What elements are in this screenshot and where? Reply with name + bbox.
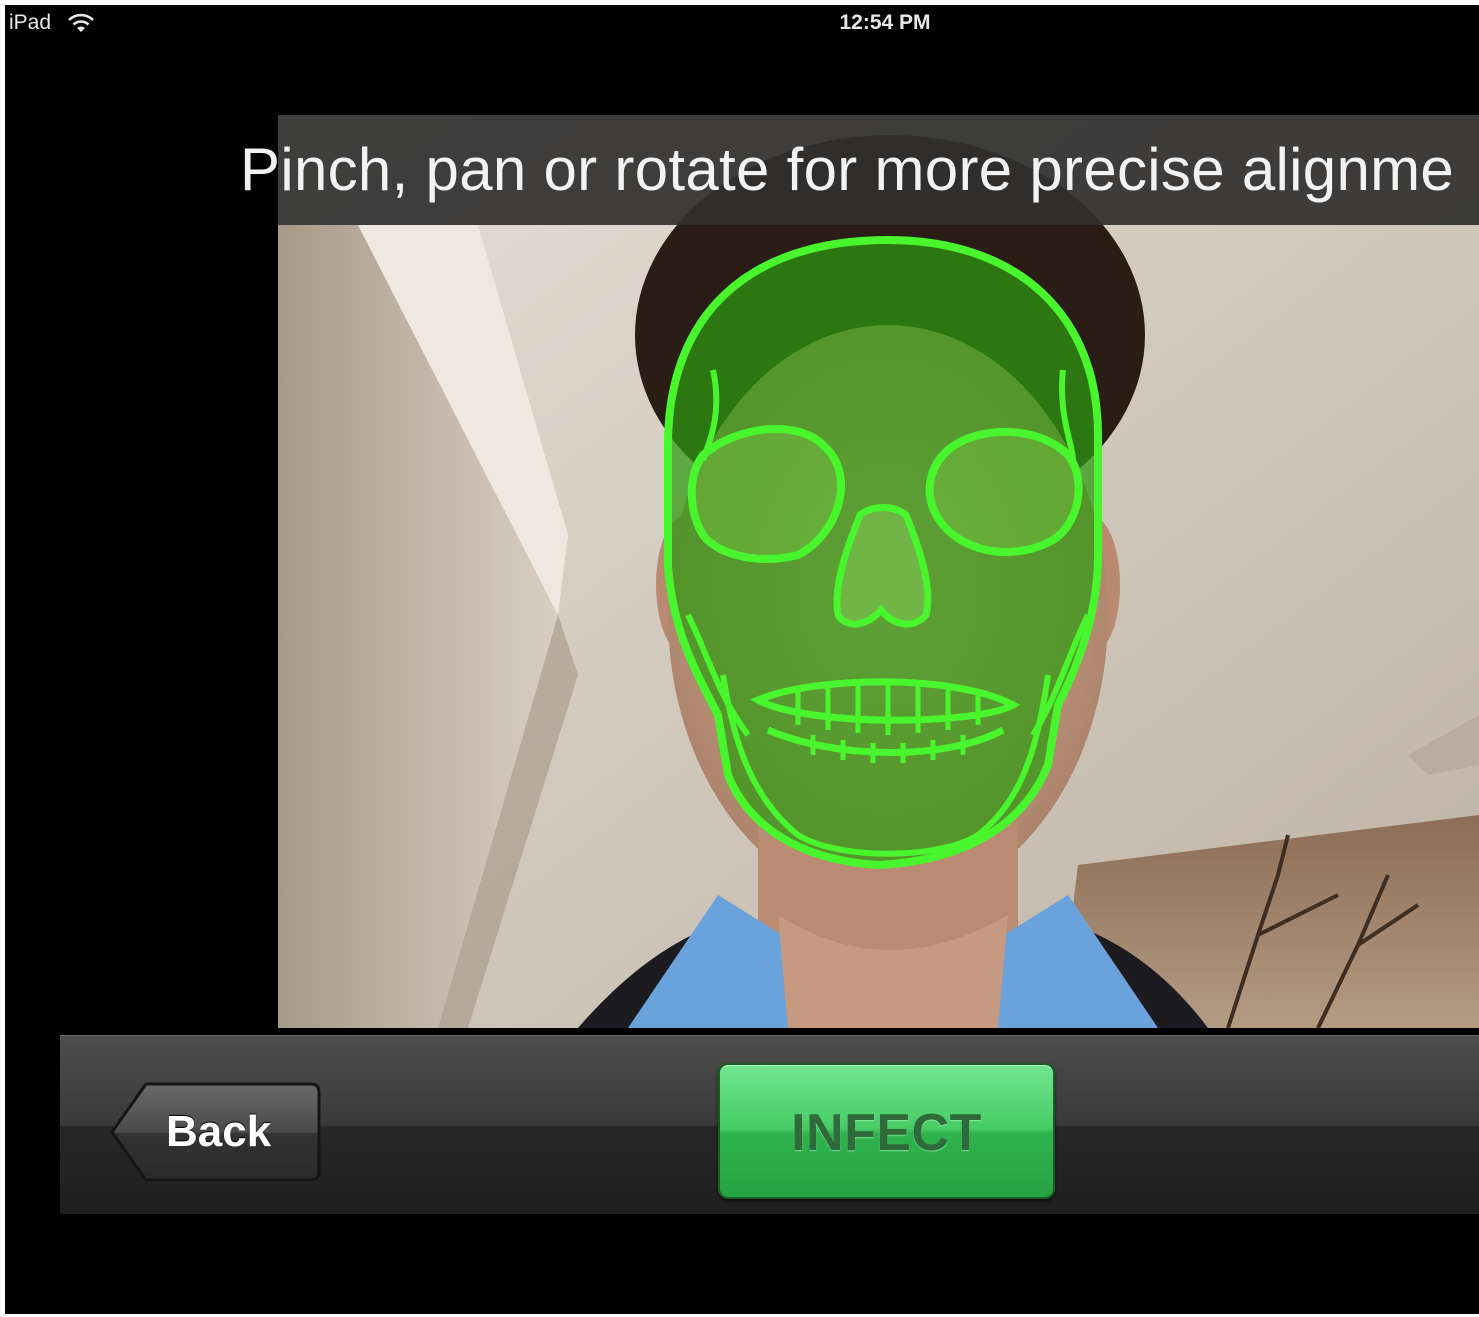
status-bar: iPad 12:54 PM [5, 5, 1479, 43]
clock: 12:54 PM [839, 11, 931, 34]
camera-photo[interactable] [278, 115, 1479, 1028]
back-button[interactable]: Back [108, 1079, 323, 1185]
instruction-text: Pinch, pan or rotate for more precise al… [240, 136, 1455, 203]
back-label: Back [166, 1107, 272, 1156]
photo-scene [278, 115, 1479, 1028]
bottom-toolbar: Back INFECT [60, 1035, 1479, 1214]
infect-button[interactable]: INFECT [718, 1063, 1055, 1199]
screen: iPad 12:54 PM Pinch, pan or rotate for m… [0, 0, 1479, 1317]
ipad-screen: iPad 12:54 PM Pinch, pan or rotate for m… [5, 5, 1479, 1314]
skull-overlay[interactable] [664, 235, 1102, 870]
infect-label: INFECT [791, 1104, 982, 1162]
